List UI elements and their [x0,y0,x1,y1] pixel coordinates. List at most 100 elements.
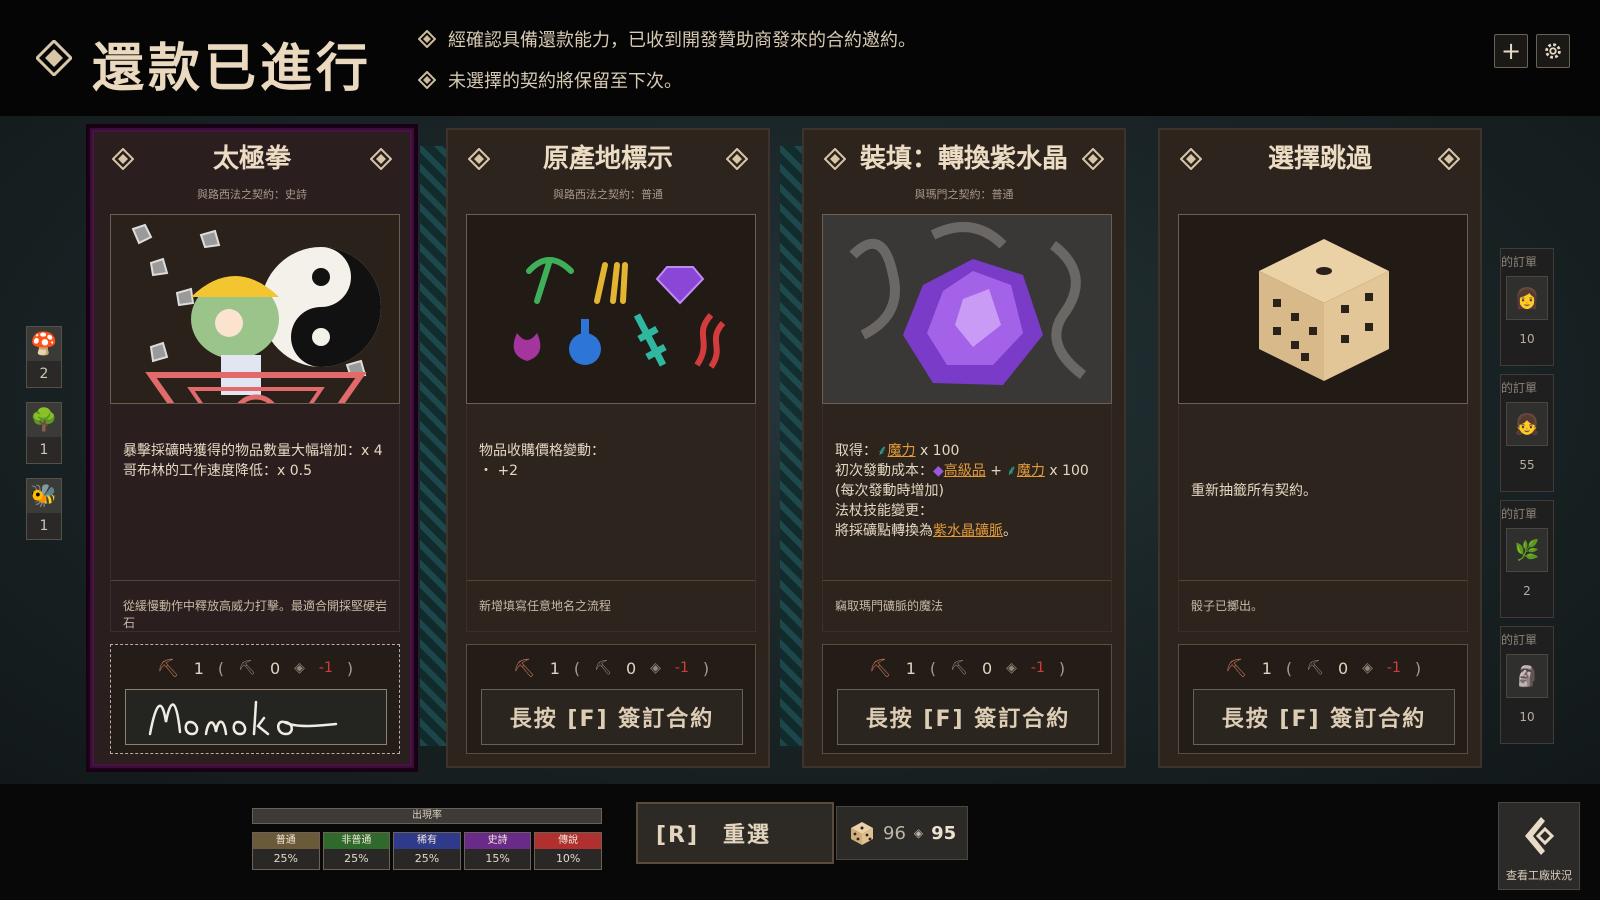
cost-change: -1 [1386,660,1401,676]
inventory-slot[interactable]: 🐝 1 [26,478,62,540]
arrow-diamond-icon: ◈ [1006,660,1017,676]
back-diamond-icon [1525,817,1555,855]
effect-line: (每次發動時增加) [835,483,944,499]
dice-from: 96 [883,822,906,844]
mana-icon: ⸙ [1006,463,1017,479]
diamond-bullet-icon [418,30,436,48]
cost-current: 0 [269,658,281,678]
cost-current: 0 [981,658,993,678]
pickaxe-small-icon: ⛏ [1306,660,1324,676]
signature-box[interactable] [125,689,387,745]
effect-text: 初次發動成本： [835,463,933,479]
reroll-button[interactable]: [R] 重選 [636,802,834,864]
effect-line: 將採礦點轉換為紫水晶礦脈。 [835,521,1099,541]
effect-line: 物品收購價格變動： [479,443,605,459]
contract-card-amethyst[interactable]: 裝填：轉換紫水晶 與瑪門之契約：普通 取得：⸙魔力 x 100 初次發動成本：◆… [802,128,1126,768]
settings-button[interactable] [1536,34,1570,68]
dice-counter: 96 ◈ 95 [836,806,968,860]
dice-to: 95 [931,822,957,844]
leaf-item-icon: 🌿 [1506,528,1548,572]
rate-percent: 10% [555,852,581,865]
effect-text: x 100 [1044,463,1089,479]
order-count: 10 [1519,710,1535,724]
page-title: 還款已進行 [92,39,373,99]
sign-contract-button[interactable]: 長按 [F] 簽訂合約 [481,689,743,745]
paren-open: ( [217,658,225,678]
order-slot[interactable]: 的訂單 👩 10 [1500,248,1554,366]
gear-icon [1545,43,1561,59]
add-button[interactable]: + [1494,34,1528,68]
cost-value: 1 [1261,658,1272,678]
order-slot[interactable]: 的訂單 🌿 2 [1500,500,1554,618]
header-bar: 還款已進行 經確認具備還款能力，已收到開發贊助商發來的合約邀約。 未選擇的契約將… [0,0,1600,116]
cost-row: ⛏ 1 ( ⛏ 0 ◈ -1 ) [467,653,755,683]
mushroom-icon: 🍄 [30,331,58,357]
tree-icon: 🌳 [30,407,58,433]
card-title: 選擇跳過 [1267,144,1372,174]
order-count: 10 [1519,332,1535,346]
contract-card-skip[interactable]: 選擇跳過 重新抽籤所有契約。 骰子已擲出。 ⛏ 1 ( ⛏ 0 ◈ -1) 長… [1158,128,1482,768]
diamond-icon [36,40,72,76]
notice-text: 未選擇的契約將保留至下次。 [448,71,682,92]
amethyst-vein-link[interactable]: 紫水晶礦脈 [933,523,1003,539]
notice-text: 經確認具備還款能力，已收到開發贊助商發來的合約邀約。 [448,30,916,51]
amethyst-art [822,214,1112,404]
effect-line: 重新抽籤所有契約。 [1191,483,1317,499]
paren-close: ) [702,658,710,678]
effect-line: 哥布林的工作速度降低：x 0.5 [123,463,312,479]
inventory-slot[interactable]: 🍄 2 [26,326,62,388]
paren-close: ) [346,658,354,678]
card-flavor: 從緩慢動作中釋放高威力打擊。最適合開採堅硬岩石 [110,580,400,632]
pickaxe-icon: ⛏ [868,657,892,679]
rate-percent: 25% [344,852,369,865]
contract-card-taiji[interactable]: 太極拳 與路西法之契約：史詩 暴擊採礦時獲得的物品數量大幅增加：x 4 哥布林的… [90,128,414,768]
mana-icon: ⸙ [877,443,888,459]
sign-contract-button[interactable]: 長按 [F] 簽訂合約 [837,689,1099,745]
contract-cost-panel: ⛏ 1 ( ⛏ 0 ◈ -1 ) 長按 [F] 簽訂合約 [1178,644,1468,754]
order-slot[interactable]: 的訂單 🗿 10 [1500,626,1554,744]
dice-art [1178,214,1468,404]
sign-contract-button[interactable]: 長按 [F] 簽訂合約 [1193,689,1455,745]
mana-link[interactable]: 魔力 [1017,463,1045,479]
order-slot[interactable]: 的訂單 👧 55 [1500,374,1554,492]
paren-close: ) [1414,658,1422,678]
arrow-diamond-icon: ◈ [913,826,924,840]
character-portrait-icon: 👩 [1506,276,1548,320]
card-title: 原產地標示 [542,144,673,174]
arrow-diamond-icon: ◈ [650,660,661,676]
order-label: 的訂單 [1501,255,1538,269]
order-label: 的訂單 [1501,381,1538,395]
character-portrait-icon: 👧 [1506,402,1548,446]
card-effects: 重新抽籤所有契約。 [1178,405,1468,579]
effect-line: ・ +2 [479,463,519,479]
rate-percent: 25% [414,852,440,865]
cost-value: 1 [905,658,916,678]
rate-rare: 稀有 25% [393,832,461,870]
effect-text: 。 [1003,523,1017,539]
pickaxe-icon: ⛏ [512,657,536,679]
cost-value: 1 [193,658,204,678]
mana-link[interactable]: 魔力 [888,443,916,459]
card-effects: 物品收購價格變動： ・ +2 [466,405,756,579]
rate-epic: 史詩 15% [463,832,532,870]
card-effects: 暴擊採礦時獲得的物品數量大幅增加：x 4 哥布林的工作速度降低：x 0.5 [110,405,400,579]
inventory-slot[interactable]: 🌳 1 [26,402,62,464]
view-factory-button[interactable]: 查看工廠狀況 [1498,802,1580,890]
contract-card-origin-label[interactable]: 原產地標示 與路西法之契約：普通 物品收購價格變動： ・ +2 新增填寫任意地名… [446,128,770,768]
rate-label: 史詩 [464,833,531,849]
pickaxe-icon: ⛏ [156,657,180,679]
diamond-bullet-icon [418,71,436,89]
cost-change: -1 [674,660,689,676]
card-subtitle: 與瑪門之契約：普通 [914,188,1014,201]
slot-count: 2 [27,361,61,387]
cost-value: 1 [549,658,560,678]
arrow-diamond-icon: ◈ [294,660,305,676]
card-subtitle: 與路西法之契約：史詩 [197,188,307,201]
effect-line: 初次發動成本：◆高級品 + ⸙魔力 x 100 [835,461,1099,481]
rate-label: 非普通 [323,833,390,849]
premium-link[interactable]: 高級品 [944,463,986,479]
contract-cost-panel: ⛏ 1 ( ⛏ 0 ◈ -1 ) 長按 [F] 簽訂合約 [822,644,1112,754]
card-flavor: 骰子已擲出。 [1178,580,1468,632]
cost-row: ⛏ 1 ( ⛏ 0 ◈ -1 ) [823,653,1111,683]
taiji-miner-art [110,214,400,404]
